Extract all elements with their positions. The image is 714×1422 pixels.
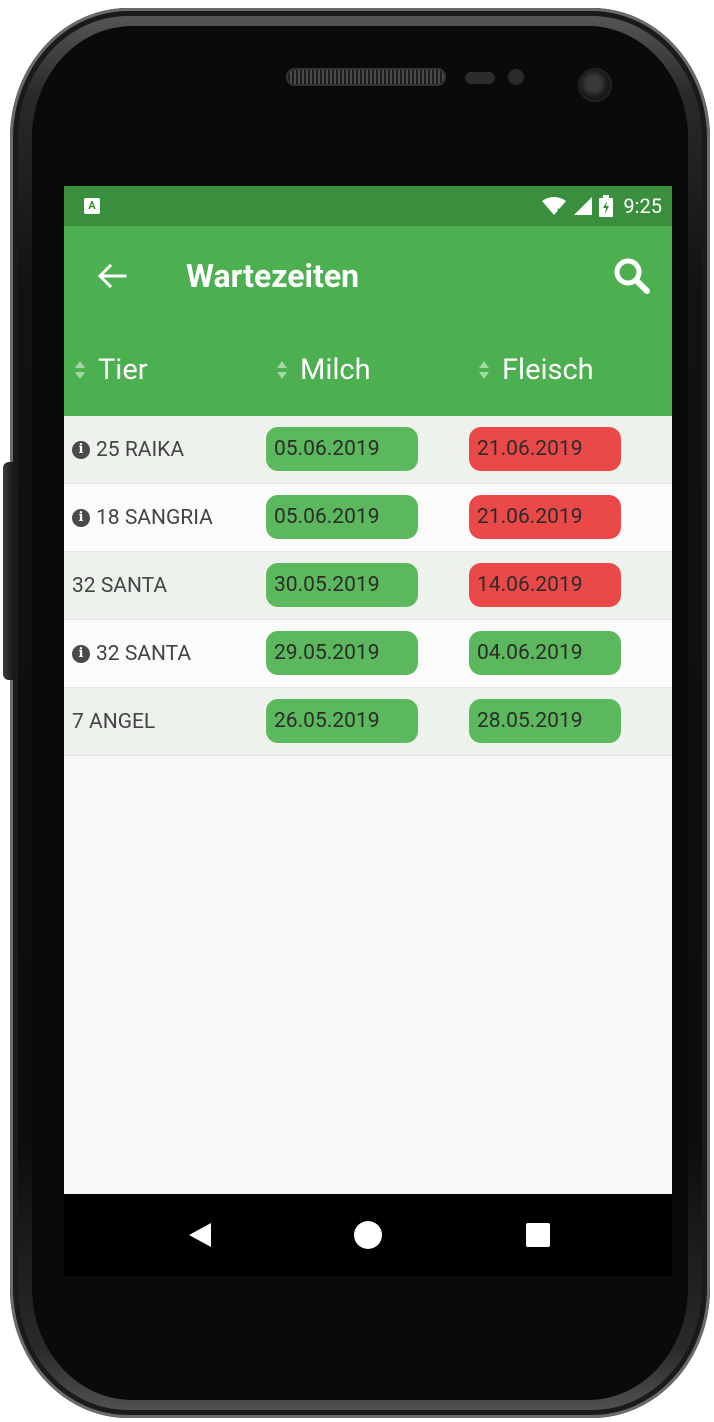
table-row[interactable]: i 25 RAIKA 05.06.2019 21.06.2019 [64,416,672,484]
square-recents-icon [526,1223,550,1247]
table-row[interactable]: 7 ANGEL 26.05.2019 28.05.2019 [64,688,672,756]
search-button[interactable] [606,250,658,302]
milch-date-badge: 05.06.2019 [266,495,418,539]
animal-cell: 7 ANGEL [72,688,155,755]
column-header-milch[interactable]: Milch [276,346,371,394]
table-row[interactable]: i 32 SANTA 29.05.2019 04.06.2019 [64,620,672,688]
column-label: Fleisch [502,353,594,387]
fleisch-date-badge: 14.06.2019 [469,563,621,607]
info-icon[interactable]: i [72,440,90,459]
earpiece-speaker [286,68,446,86]
proximity-sensor [465,72,495,84]
back-button[interactable] [82,252,142,300]
milch-date-badge: 05.06.2019 [266,427,418,471]
phone-side-button [3,462,13,680]
milch-date-badge: 26.05.2019 [266,699,418,743]
status-time: 9:25 [623,194,662,218]
status-bar: A 9:25 [64,186,672,226]
fleisch-date-badge: 04.06.2019 [469,631,621,675]
light-sensor [508,69,524,85]
nav-home-button[interactable] [318,1194,418,1276]
app-screen: A 9:25 Wartezeiten Tier Milch Fleisch i … [64,186,672,1276]
info-icon[interactable]: i [72,508,90,527]
app-bar: Wartezeiten Tier Milch Fleisch [64,226,672,416]
column-header-tier[interactable]: Tier [74,346,148,394]
fleisch-date-badge: 21.06.2019 [469,495,621,539]
milch-date-badge: 30.05.2019 [266,563,418,607]
animal-name: 18 SANGRIA [96,505,213,530]
notification-a-icon: A [84,198,100,214]
search-icon [614,258,650,294]
animal-name: 7 ANGEL [72,709,156,734]
sort-icon [479,361,489,379]
status-icons: 9:25 [541,186,662,226]
wifi-icon [542,197,567,216]
battery-charging-icon [599,195,614,217]
animal-name: 32 SANTA [72,573,168,598]
sort-icon [277,361,287,379]
nav-back-button[interactable] [150,1194,250,1276]
arrow-left-icon [97,263,127,289]
animal-name: 32 SANTA [96,641,192,666]
column-label: Tier [98,353,148,387]
animal-name: 25 RAIKA [96,437,185,462]
table-row[interactable]: 32 SANTA 30.05.2019 14.06.2019 [64,552,672,620]
column-header-fleisch[interactable]: Fleisch [478,346,594,394]
triangle-back-icon [189,1223,211,1247]
animal-cell: i 32 SANTA [72,620,191,687]
waiting-times-table: i 25 RAIKA 05.06.2019 21.06.2019 i 18 SA… [64,416,672,756]
fleisch-date-badge: 21.06.2019 [469,427,621,471]
animal-cell: i 25 RAIKA [72,416,184,483]
page-title: Wartezeiten [186,257,360,295]
column-label: Milch [300,353,371,387]
sort-icon [75,361,85,379]
table-row[interactable]: i 18 SANGRIA 05.06.2019 21.06.2019 [64,484,672,552]
cell-signal-icon [574,197,593,215]
info-icon[interactable]: i [72,644,90,663]
milch-date-badge: 29.05.2019 [266,631,418,675]
front-camera [580,70,610,100]
animal-cell: 32 SANTA [72,552,167,619]
circle-home-icon [354,1221,382,1249]
fleisch-date-badge: 28.05.2019 [469,699,621,743]
animal-cell: i 18 SANGRIA [72,484,213,551]
nav-recents-button[interactable] [488,1194,588,1276]
system-nav-bar [64,1194,672,1276]
